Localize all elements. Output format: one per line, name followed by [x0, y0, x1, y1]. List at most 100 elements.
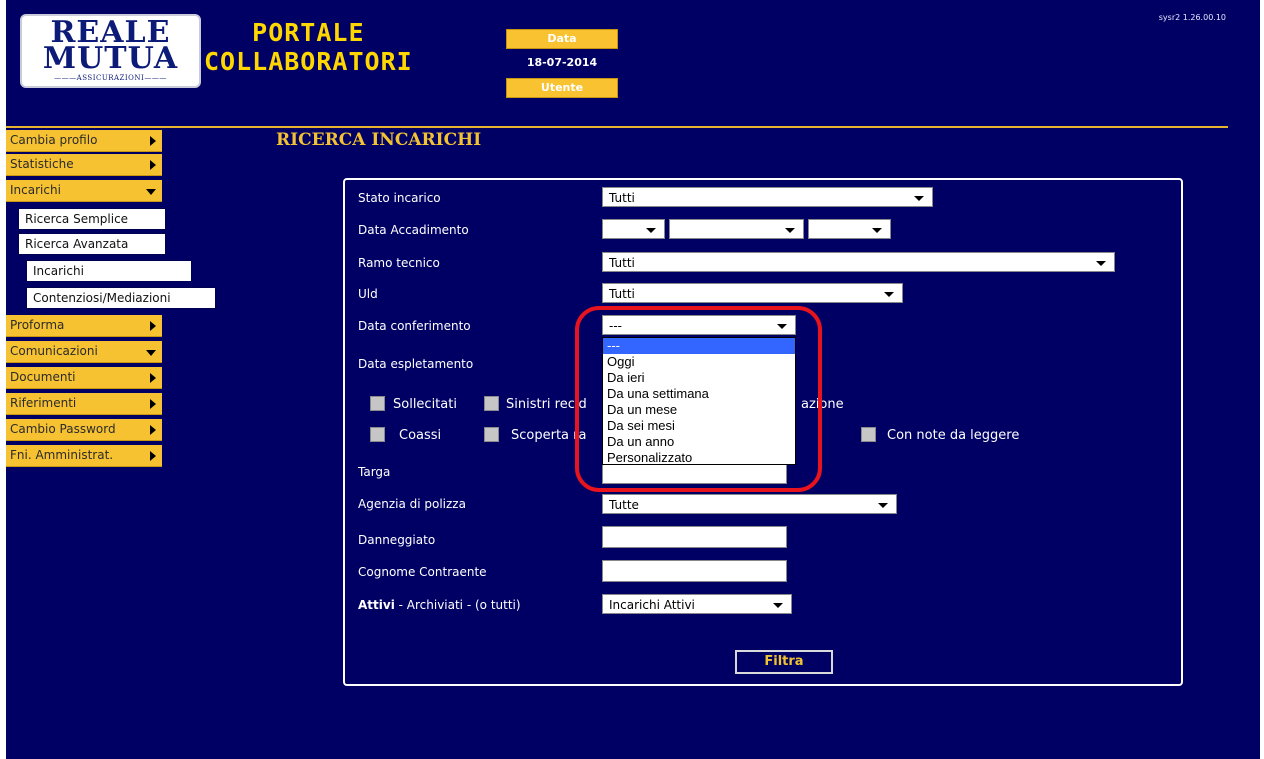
data-accadimento-year-select[interactable]	[808, 219, 891, 239]
sidebar-item-label: Cambio Password	[10, 422, 116, 436]
coassi-label: Coassi	[399, 428, 442, 443]
targa-label: Targa	[358, 465, 391, 479]
uld-label: Uld	[358, 287, 378, 301]
azione-label: azione	[801, 397, 844, 412]
ramo-tecnico-label: Ramo tecnico	[358, 256, 440, 270]
cognome-contraente-label: Cognome Contraente	[358, 565, 487, 579]
portal-title-line2: COLLABORATORI	[204, 47, 413, 76]
sidebar-subitem-ricerca-semplice[interactable]: Ricerca Semplice	[18, 208, 166, 230]
ramo-tecnico-select[interactable]: Tutti	[602, 252, 1115, 272]
chevron-down-icon	[777, 324, 787, 329]
sidebar-item-cambia-profilo[interactable]: Cambia profilo	[6, 130, 162, 152]
sidebar-item-label: Riferimenti	[10, 396, 77, 410]
dropdown-option[interactable]: Da sei mesi	[603, 418, 795, 434]
sidebar-item-riferimenti[interactable]: Riferimenti	[6, 393, 162, 415]
reale-mutua-logo: REALE MUTUA ASSICURAZIONI	[20, 14, 201, 88]
data-conferimento-label: Data conferimento	[358, 319, 471, 333]
chevron-down-icon	[884, 292, 894, 297]
sidebar-subitem-contenziosi[interactable]: Contenziosi/Mediazioni	[26, 287, 216, 309]
user-label-box: Utente	[506, 78, 618, 98]
chevron-down-icon	[646, 228, 656, 233]
attivi-select[interactable]: Incarichi Attivi	[602, 594, 792, 614]
agenzia-polizza-select[interactable]: Tutte	[602, 494, 897, 514]
chevron-right-icon	[150, 136, 156, 146]
data-conferimento-dropdown-list: --- Oggi Da ieri Da una settimana Da un …	[602, 337, 796, 465]
date-label-box: Data	[506, 29, 618, 49]
version-label: sysr2 1.26.00.10	[1158, 13, 1226, 22]
scopertura-checkbox[interactable]	[484, 427, 499, 442]
data-conferimento-select[interactable]: ---	[602, 315, 796, 335]
danneggiato-label: Danneggiato	[358, 533, 436, 547]
chevron-down-icon	[872, 228, 882, 233]
select-value: Tutti	[609, 191, 635, 205]
select-value: ---	[609, 319, 622, 333]
sidebar-item-label: Statistiche	[10, 157, 74, 171]
sidebar-item-cambio-password[interactable]: Cambio Password	[6, 419, 162, 441]
sidebar-item-incarichi[interactable]: Incarichi	[6, 180, 162, 202]
select-value: Incarichi Attivi	[609, 598, 695, 612]
chevron-right-icon	[150, 451, 156, 461]
chevron-down-icon	[785, 228, 795, 233]
data-accadimento-month-select[interactable]	[669, 219, 804, 239]
sollecitati-checkbox[interactable]	[370, 396, 385, 411]
chevron-right-icon	[150, 321, 156, 331]
coassi-checkbox[interactable]	[370, 427, 385, 442]
select-value: Tutti	[609, 256, 635, 270]
chevron-down-icon	[914, 196, 924, 201]
con-note-checkbox[interactable]	[861, 427, 876, 442]
sidebar-subitem-incarichi[interactable]: Incarichi	[26, 260, 192, 282]
portal-title-line1: PORTALE	[252, 18, 365, 47]
cognome-contraente-input[interactable]	[602, 560, 787, 582]
chevron-down-icon	[1096, 261, 1106, 266]
sidebar-item-label: Proforma	[10, 318, 65, 332]
filtra-button[interactable]: Filtra	[735, 650, 833, 674]
attivi-label-bold: Attivi	[358, 598, 395, 612]
uld-select[interactable]: Tutti	[602, 283, 903, 303]
page-title: RICERCA INCARICHI	[276, 130, 482, 150]
current-date: 18-07-2014	[526, 56, 598, 69]
chevron-down-icon	[146, 189, 156, 195]
select-value: Tutte	[609, 498, 639, 512]
stato-incarico-select[interactable]: Tutti	[602, 187, 933, 207]
sidebar-item-label: Incarichi	[10, 183, 61, 197]
data-accadimento-label: Data Accadimento	[358, 223, 469, 237]
chevron-down-icon	[146, 350, 156, 356]
app-window: REALE MUTUA ASSICURAZIONI PORTALE COLLAB…	[6, 0, 1260, 759]
dropdown-option[interactable]: Oggi	[603, 354, 795, 370]
data-accadimento-day-select[interactable]	[602, 219, 665, 239]
dropdown-option[interactable]: Da una settimana	[603, 386, 795, 402]
dropdown-option[interactable]: Da un mese	[603, 402, 795, 418]
chevron-right-icon	[150, 160, 156, 170]
sidebar-item-statistiche[interactable]: Statistiche	[6, 154, 162, 176]
scopertura-label: Scoperta ra	[511, 428, 587, 443]
select-value: Tutti	[609, 287, 635, 301]
sidebar-item-proforma[interactable]: Proforma	[6, 315, 162, 337]
sidebar-item-label: Documenti	[10, 370, 76, 384]
sidebar-item-label: Cambia profilo	[10, 133, 98, 147]
chevron-right-icon	[150, 399, 156, 409]
dropdown-option[interactable]: Personalizzato	[603, 450, 795, 466]
sinistri-checkbox[interactable]	[484, 396, 499, 411]
con-note-label: Con note da leggere	[887, 428, 1020, 443]
chevron-down-icon	[773, 603, 783, 608]
agenzia-polizza-label: Agenzia di polizza	[358, 497, 466, 511]
stato-incarico-label: Stato incarico	[358, 191, 441, 205]
sidebar-item-comunicazioni[interactable]: Comunicazioni	[6, 341, 162, 363]
logo-line2: MUTUA	[42, 41, 179, 76]
sidebar-item-label: Comunicazioni	[10, 344, 98, 358]
sidebar-item-amministrativi[interactable]: Fni. Amministrat.	[6, 445, 162, 467]
chevron-down-icon	[878, 503, 888, 508]
sidebar-item-label: Fni. Amministrat.	[10, 448, 114, 462]
sidebar-subitem-ricerca-avanzata[interactable]: Ricerca Avanzata	[18, 233, 166, 255]
chevron-right-icon	[150, 373, 156, 383]
data-espletamento-label: Data espletamento	[358, 357, 474, 371]
dropdown-option[interactable]: ---	[603, 338, 795, 354]
attivi-label: Attivi - Archiviati - (o tutti)	[358, 597, 521, 613]
sidebar-item-documenti[interactable]: Documenti	[6, 367, 162, 389]
dropdown-option[interactable]: Da un anno	[603, 434, 795, 450]
chevron-right-icon	[150, 425, 156, 435]
danneggiato-input[interactable]	[602, 526, 787, 548]
portal-title: PORTALE COLLABORATORI	[204, 18, 413, 76]
header-divider	[6, 126, 1228, 128]
dropdown-option[interactable]: Da ieri	[603, 370, 795, 386]
